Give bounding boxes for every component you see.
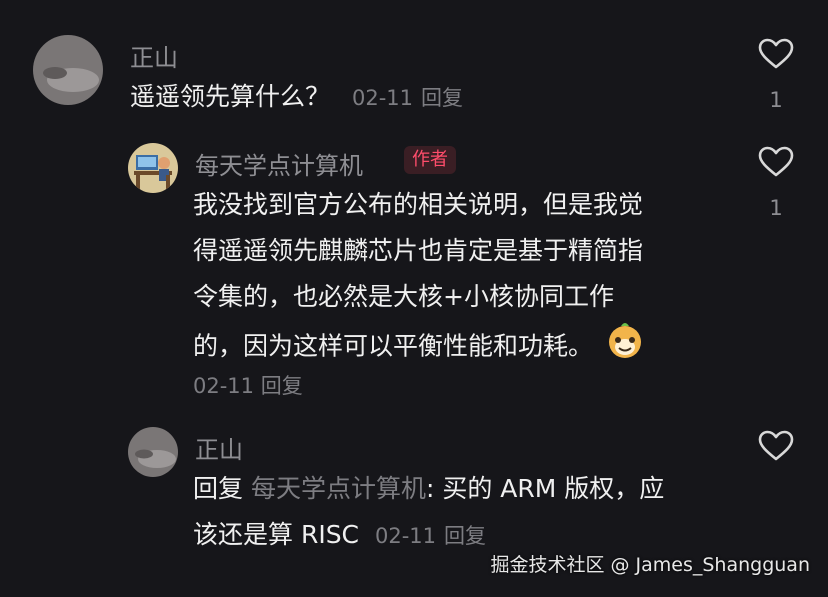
comment-body: 遥遥领先算什么？ 02-11 回复	[130, 74, 463, 121]
reply-button[interactable]: 回复	[261, 374, 303, 398]
comment-date: 02-11	[351, 86, 413, 110]
comment-date: 02-11	[193, 374, 255, 398]
comment-text-line: 的，因为这样可以平衡性能和功耗。	[193, 331, 594, 361]
watermark: 掘金技术社区 @ James_Shangguan	[490, 554, 810, 576]
comment-text-line: 得遥遥领先麒麟芯片也肯定是基于精简指	[193, 236, 644, 265]
mention-link[interactable]: 每天学点计算机	[251, 474, 426, 503]
comment-username[interactable]: 每天学点计算机	[195, 146, 363, 181]
author-badge: 作者	[404, 146, 456, 174]
comment-body: 我没找到官方公布的相关说明，但是我觉 得遥遥领先麒麟芯片也肯定是基于精简指 令集…	[193, 182, 645, 375]
comment-text: 该还是算 RISC	[193, 520, 360, 549]
comment-body: 回复 每天学点计算机: 买的 ARM 版权，应 该还是算 RISC 02-11 …	[193, 466, 664, 559]
comment-text-line: 我没找到官方公布的相关说明，但是我觉	[193, 190, 644, 219]
like-count: 1	[769, 88, 783, 112]
avatar[interactable]	[128, 427, 178, 477]
comment-thread: 正山 遥遥领先算什么？ 02-11 回复 1 每天学点计算机 作者 我没找到官方…	[0, 0, 828, 597]
reply-button[interactable]: 回复	[444, 524, 486, 548]
heart-outline-icon	[758, 38, 794, 69]
avatar[interactable]	[128, 143, 178, 193]
comment-text-line: 令集的，也必然是大核+小核协同工作	[193, 282, 614, 311]
avatar[interactable]	[33, 35, 103, 105]
heart-outline-icon	[758, 430, 794, 461]
like-button[interactable]: 1	[756, 38, 796, 112]
reply-prefix: 回复	[193, 474, 244, 503]
comment-username[interactable]: 正山	[195, 430, 243, 465]
comment-date: 02-11	[374, 524, 437, 548]
comment-text: 遥遥领先算什么？	[130, 82, 331, 111]
reply-button[interactable]: 回复	[421, 86, 463, 110]
comment-username[interactable]: 正山	[130, 38, 178, 73]
like-count: 1	[769, 196, 783, 220]
heart-outline-icon	[758, 146, 794, 177]
like-button[interactable]	[756, 430, 796, 462]
smiling-mascot-emoji	[605, 320, 645, 375]
like-button[interactable]: 1	[756, 146, 796, 220]
comment-text: : 买的 ARM 版权，应	[425, 474, 665, 503]
comment-meta: 02-11 回复	[193, 370, 303, 400]
